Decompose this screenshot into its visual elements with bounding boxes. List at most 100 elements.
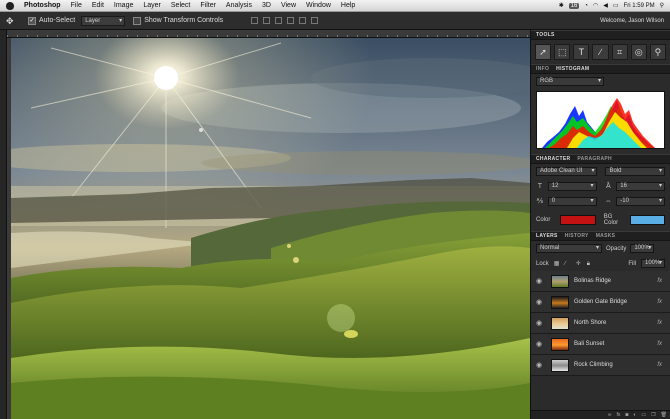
- eye-icon[interactable]: ◉: [536, 277, 545, 285]
- add-mask-icon[interactable]: ◙: [625, 412, 628, 418]
- align-right-icon[interactable]: [311, 17, 319, 24]
- document-canvas[interactable]: [11, 38, 530, 419]
- badge-count[interactable]: 16: [568, 2, 580, 9]
- bg-color-swatch[interactable]: [629, 215, 665, 225]
- layer-fx-badge[interactable]: fx: [657, 278, 662, 284]
- menu-3d[interactable]: 3D: [257, 2, 276, 9]
- menu-select[interactable]: Select: [166, 2, 195, 9]
- menu-file[interactable]: File: [66, 2, 87, 9]
- menu-window[interactable]: Window: [301, 2, 336, 9]
- layer-fx-badge[interactable]: fx: [657, 362, 662, 368]
- histogram-svg: [537, 92, 664, 148]
- paragraph-tab[interactable]: PARAGRAPH: [577, 156, 612, 162]
- layers-bottom-bar: ∞ fx ◙ ◐ ▭ ❐ 🗑︎: [531, 410, 670, 419]
- auto-select-target-dropdown[interactable]: Layer: [81, 15, 126, 26]
- crop-tool-icon[interactable]: ⌗: [611, 44, 628, 60]
- layer-fx-badge[interactable]: fx: [657, 320, 662, 326]
- layer-row[interactable]: ◉ North Shore fx: [531, 313, 670, 334]
- lock-transparent-icon[interactable]: ▦: [554, 261, 560, 267]
- tools-tab[interactable]: TOOLS: [536, 32, 555, 38]
- add-style-icon[interactable]: fx: [616, 412, 620, 418]
- brush-tool-icon[interactable]: ∕: [592, 44, 609, 60]
- layer-row[interactable]: ◉ Bali Sunset fx: [531, 334, 670, 355]
- move-tool-icon[interactable]: ✥: [6, 15, 20, 27]
- bluetooth-icon[interactable]: ✱: [559, 2, 564, 9]
- layer-row[interactable]: ◉ Golden Gate Bridge fx: [531, 292, 670, 313]
- kerning-field[interactable]: 0: [547, 197, 597, 206]
- masks-tab[interactable]: MASKS: [596, 233, 616, 239]
- menu-edit[interactable]: Edit: [87, 2, 109, 9]
- character-tab[interactable]: CHARACTER: [536, 156, 570, 162]
- wifi-icon[interactable]: ◠: [593, 2, 598, 9]
- blend-mode-dropdown[interactable]: Normal: [536, 244, 602, 253]
- opacity-field[interactable]: 100%: [630, 244, 655, 253]
- font-row: Adobe Clean UI Bold: [531, 164, 670, 179]
- align-center-icon[interactable]: [299, 17, 307, 24]
- layer-fx-badge[interactable]: fx: [657, 341, 662, 347]
- opacity-label: Opacity: [606, 245, 627, 252]
- histogram-tab[interactable]: HISTOGRAM: [556, 66, 589, 72]
- info-tab[interactable]: INFO: [536, 66, 549, 72]
- eye-icon[interactable]: ◉: [536, 361, 545, 369]
- histogram-channel-row: RGB: [531, 74, 670, 89]
- zoom-tool-icon[interactable]: ⚲: [649, 44, 666, 60]
- font-family-dropdown[interactable]: Adobe Clean UI: [536, 167, 598, 176]
- menu-image[interactable]: Image: [109, 2, 138, 9]
- trash-icon[interactable]: 🗑︎: [661, 412, 667, 418]
- move-tool-icon[interactable]: ➚: [535, 44, 552, 60]
- tracking-icon: ⇔: [604, 198, 612, 205]
- histogram-panel-header: INFO HISTOGRAM: [531, 64, 670, 74]
- align-bottom-icon[interactable]: [275, 17, 283, 24]
- auto-select-label: Auto-Select: [39, 17, 76, 24]
- lock-all-icon[interactable]: 🔒︎: [587, 261, 593, 267]
- horizontal-ruler[interactable]: [7, 30, 530, 38]
- tools-panel-header[interactable]: TOOLS: [531, 30, 670, 40]
- menu-analysis[interactable]: Analysis: [221, 2, 257, 9]
- apple-icon[interactable]: [6, 1, 14, 10]
- align-middle-icon[interactable]: [263, 17, 271, 24]
- menu-help[interactable]: Help: [336, 2, 360, 9]
- time-machine-icon[interactable]: ◔: [584, 3, 588, 9]
- show-transform-checkbox[interactable]: ✓: [133, 16, 142, 25]
- layer-fx-badge[interactable]: fx: [657, 299, 662, 305]
- clock[interactable]: Fri 1:59 PM: [624, 3, 655, 9]
- color-row: Color BG Color: [531, 209, 670, 231]
- eye-icon[interactable]: ◉: [536, 319, 545, 327]
- fill-field[interactable]: 100%: [641, 259, 665, 268]
- link-layers-icon[interactable]: ∞: [608, 412, 612, 418]
- lock-position-icon[interactable]: ✛: [576, 261, 582, 267]
- align-left-icon[interactable]: [287, 17, 295, 24]
- leading-field[interactable]: 16: [616, 182, 665, 191]
- align-buttons: [251, 17, 319, 24]
- menu-filter[interactable]: Filter: [195, 2, 221, 9]
- auto-select-checkbox[interactable]: ✓: [28, 16, 36, 25]
- marquee-tool-icon[interactable]: ⬚: [554, 44, 571, 60]
- spotlight-icon[interactable]: ⚲: [660, 2, 664, 9]
- new-group-icon[interactable]: ▭: [641, 412, 646, 418]
- menu-app-name[interactable]: Photoshop: [19, 2, 66, 9]
- align-top-icon[interactable]: [251, 17, 259, 24]
- menu-layer[interactable]: Layer: [138, 2, 166, 9]
- lasso-tool-icon[interactable]: ◎: [630, 44, 647, 60]
- layer-row[interactable]: ◉ Rock Climbing fx: [531, 355, 670, 376]
- font-size-field[interactable]: 12: [547, 182, 597, 191]
- volume-icon[interactable]: ◀: [603, 2, 608, 9]
- layer-row[interactable]: ◉ Bolinas Ridge fx: [531, 271, 670, 292]
- history-tab[interactable]: HISTORY: [565, 233, 589, 239]
- battery-icon[interactable]: ▭: [613, 2, 619, 9]
- new-layer-icon[interactable]: ❐: [651, 412, 655, 418]
- layers-tab[interactable]: LAYERS: [536, 233, 558, 239]
- adjustment-icon[interactable]: ◐: [633, 412, 636, 418]
- tracking-field[interactable]: -10: [616, 197, 665, 206]
- histogram-channel-dropdown[interactable]: RGB: [536, 77, 604, 86]
- type-tool-icon[interactable]: T: [573, 44, 590, 60]
- kerning-tracking-row: ⅍ 0 ⇔ -10: [531, 194, 670, 209]
- text-color-swatch[interactable]: [560, 215, 596, 225]
- eye-icon[interactable]: ◉: [536, 298, 545, 306]
- menu-view[interactable]: View: [276, 2, 301, 9]
- layer-thumbnail: [551, 337, 569, 351]
- eye-icon[interactable]: ◉: [536, 340, 545, 348]
- character-panel-header: CHARACTER PARAGRAPH: [531, 154, 670, 164]
- lock-image-icon[interactable]: ∕: [565, 261, 571, 267]
- font-style-dropdown[interactable]: Bold: [605, 167, 665, 176]
